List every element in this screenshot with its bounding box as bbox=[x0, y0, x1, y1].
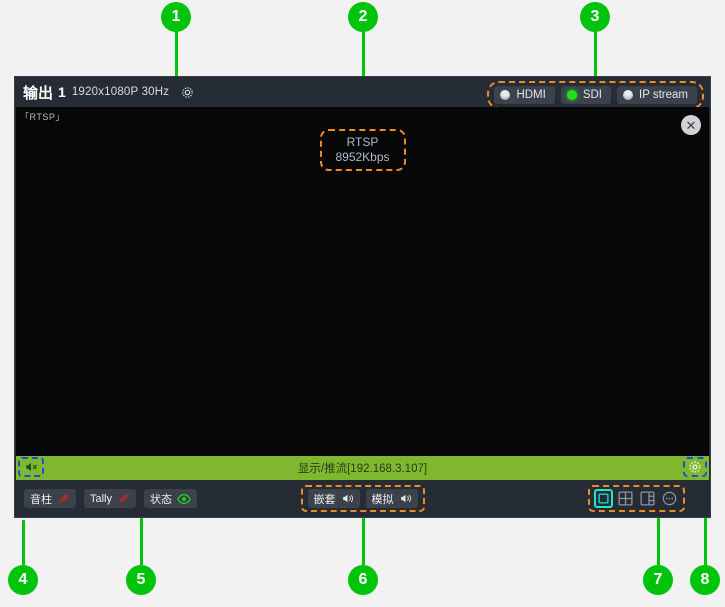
callout-stem bbox=[174, 32, 178, 78]
chip-label: 嵌套 bbox=[313, 493, 336, 506]
source-select-group[interactable]: HDMI SDI IP stream bbox=[487, 81, 704, 109]
callout-badge: 4 bbox=[8, 565, 38, 595]
source-option-label: SDI bbox=[582, 89, 602, 101]
layout-split-button[interactable] bbox=[638, 489, 657, 508]
slash-disabled-icon bbox=[57, 492, 70, 505]
speaker-icon bbox=[399, 492, 412, 505]
chip-embedded-audio[interactable]: 嵌套 bbox=[307, 489, 360, 508]
source-option-ip-stream[interactable]: IP stream bbox=[617, 86, 697, 104]
resolution-label: 1920x1080P 30Hz bbox=[71, 86, 170, 98]
settings-button[interactable] bbox=[683, 457, 707, 477]
callout-badge: 3 bbox=[580, 2, 610, 32]
channel-number: 1 bbox=[58, 84, 66, 100]
source-option-sdi[interactable]: SDI bbox=[560, 86, 611, 104]
callout-1: 1 bbox=[161, 2, 191, 78]
radio-dot bbox=[500, 90, 511, 100]
layout-selector-group[interactable] bbox=[588, 485, 685, 512]
callout-badge: 5 bbox=[126, 565, 156, 595]
chip-label: 音柱 bbox=[30, 493, 52, 506]
radio-dot bbox=[623, 90, 633, 100]
output-panel: 输出 1 1920x1080P 30Hz HDMI SDI IP stream … bbox=[14, 76, 711, 518]
source-option-label: HDMI bbox=[516, 89, 546, 101]
callout-badge: 8 bbox=[690, 565, 720, 595]
stream-info-badge: RTSP 8952Kbps bbox=[319, 129, 406, 171]
callout-stem bbox=[21, 520, 25, 565]
gear-icon[interactable] bbox=[181, 86, 194, 99]
callout-4: 4 bbox=[8, 520, 38, 595]
mute-toggle[interactable] bbox=[18, 457, 44, 477]
layout-more-button[interactable] bbox=[660, 489, 679, 508]
callout-badge: 6 bbox=[348, 565, 378, 595]
video-preview[interactable]: 「RTSP」 RTSP 8952Kbps ✕ bbox=[16, 107, 709, 456]
panel-titlebar: 输出 1 1920x1080P 30Hz HDMI SDI IP stream bbox=[15, 77, 710, 109]
chip-audio-column[interactable]: 音柱 bbox=[24, 489, 76, 508]
callout-6: 6 bbox=[348, 508, 378, 595]
slash-disabled-icon bbox=[117, 492, 130, 505]
radio-dot-selected bbox=[566, 90, 577, 100]
stream-corner-label: 「RTSP」 bbox=[20, 112, 65, 122]
speaker-icon bbox=[341, 492, 354, 505]
panel-title: 输出 bbox=[23, 84, 54, 102]
source-option-hdmi[interactable]: HDMI bbox=[494, 86, 555, 104]
callout-5: 5 bbox=[126, 508, 156, 595]
status-strip: 显示/推流[192.168.3.107] bbox=[16, 456, 709, 480]
chip-label: 状态 bbox=[150, 493, 173, 506]
chip-status[interactable]: 状态 bbox=[144, 489, 198, 508]
chip-label: Tally bbox=[90, 492, 113, 505]
stream-protocol: RTSP bbox=[346, 135, 379, 149]
layout-quad-button[interactable] bbox=[616, 489, 635, 508]
chip-analog-audio[interactable]: 模拟 bbox=[365, 489, 418, 508]
stream-bitrate: 8952Kbps bbox=[335, 150, 390, 164]
source-option-label: IP stream bbox=[639, 89, 688, 101]
bottom-toolbar: 音柱 Tally 状态 嵌套 模拟 bbox=[16, 480, 709, 517]
callout-badge: 2 bbox=[348, 2, 378, 32]
callout-2: 2 bbox=[348, 2, 378, 84]
status-strip-text: 显示/推流[192.168.3.107] bbox=[297, 463, 428, 475]
eye-icon bbox=[177, 493, 191, 505]
chip-tally[interactable]: Tally bbox=[84, 489, 137, 508]
callout-badge: 7 bbox=[643, 565, 673, 595]
screenshot-root: 1 2 3 4 5 6 7 8 输出 1 1920x1080P 30Hz HDM… bbox=[0, 0, 725, 607]
layout-single-button[interactable] bbox=[594, 489, 613, 508]
audio-output-group[interactable]: 嵌套 模拟 bbox=[300, 485, 425, 512]
callout-7: 7 bbox=[643, 508, 673, 595]
chip-label: 模拟 bbox=[371, 493, 394, 506]
close-icon[interactable]: ✕ bbox=[681, 115, 701, 135]
callout-badge: 1 bbox=[161, 2, 191, 32]
